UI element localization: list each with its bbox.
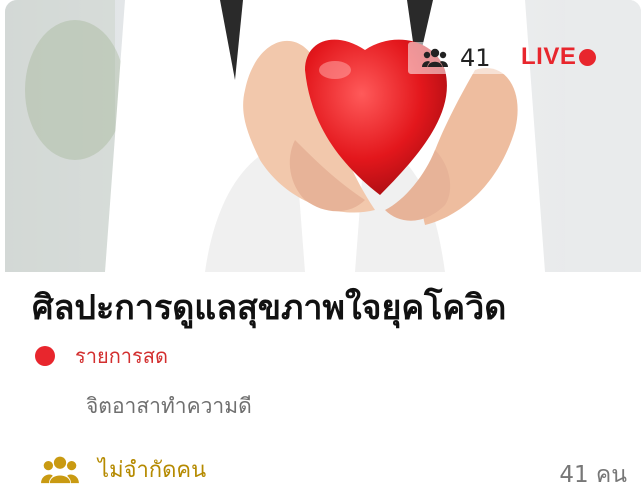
event-status-label: รายการสด <box>75 344 168 368</box>
event-status: รายการสด <box>35 340 168 372</box>
event-card[interactable]: 41 LIVE ศิลปะการดูแลสุขภาพใจยุคโควิด ราย… <box>0 0 641 503</box>
live-indicator-dot <box>579 48 597 66</box>
event-cover-image[interactable]: 41 LIVE <box>5 0 641 272</box>
live-badge: LIVE <box>521 43 597 71</box>
live-label: LIVE <box>521 43 577 70</box>
capacity-label: ไม่จำกัดคน <box>98 458 207 483</box>
live-status-dot <box>35 346 55 366</box>
watchers-badge: 41 <box>408 42 510 74</box>
people-icon <box>41 456 79 483</box>
watchers-count: 41 <box>460 44 491 72</box>
event-title[interactable]: ศิลปะการดูแลสุขภาพใจยุคโควิด <box>32 280 506 334</box>
event-organizer[interactable]: จิตอาสาทำความดี <box>86 390 252 423</box>
attendee-count: 41 คน <box>559 462 627 488</box>
event-capacity: ไม่จำกัดคน <box>40 452 206 487</box>
heart-in-hands-illustration <box>5 0 641 272</box>
people-icon <box>422 48 448 67</box>
